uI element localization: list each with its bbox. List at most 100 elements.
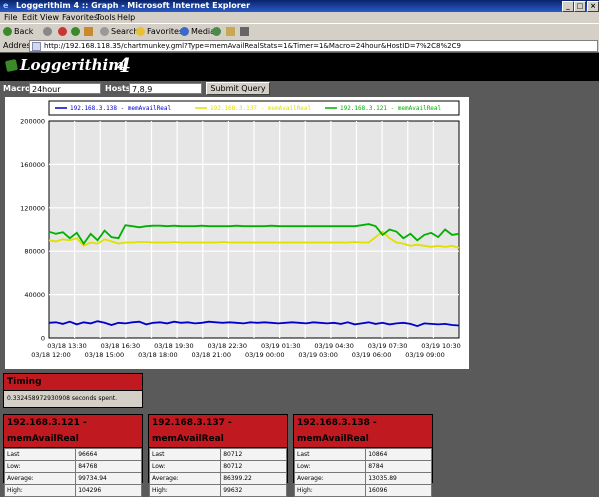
address-url: http://192.168.118.35/chartmunkey.gml?Ty…: [44, 42, 461, 50]
window-titlebar: e Loggerithim 4 :: Graph - Microsoft Int…: [0, 0, 599, 12]
x-tick-label: 03/19 01:30: [261, 342, 301, 350]
stat-value: 8784: [365, 460, 432, 473]
home-icon: [84, 27, 93, 36]
stat-value: 96664: [75, 448, 142, 461]
macro-input[interactable]: 24hour: [29, 83, 101, 94]
y-tick-label: 160000: [20, 161, 45, 169]
history-icon: [212, 27, 221, 36]
internet-explorer-icon: e: [3, 1, 9, 10]
menu-bar: File Edit View Favorites Tools Help: [0, 12, 599, 23]
address-input[interactable]: http://192.168.118.35/chartmunkey.gml?Ty…: [29, 40, 598, 52]
stats-table: Last 80712 Low: 80712 Average: 86399.22 Hig…: [148, 448, 287, 497]
media-icon: [180, 27, 189, 36]
stats-table: Last 96664 Low: 84768 Average: 99734.94 Hig…: [3, 448, 142, 497]
table-row: High: 104296: [3, 484, 142, 497]
mail-icon: [226, 27, 235, 36]
menu-tools[interactable]: Tools: [96, 12, 116, 23]
stat-label: High:: [3, 484, 77, 497]
back-arrow-icon: [3, 27, 12, 36]
stats-title: 192.168.3.137 - memAvailReal: [149, 415, 287, 448]
stat-label: Last: [148, 448, 222, 461]
x-tick-label: 03/18 22:30: [208, 342, 248, 350]
y-tick-label: 120000: [20, 204, 45, 212]
table-row: Last 80712: [148, 448, 287, 461]
x-tick-label: 03/19 09:00: [405, 351, 445, 359]
x-tick-label: 03/18 12:00: [31, 351, 71, 359]
search-icon: [100, 27, 109, 36]
stat-value: 86399.22: [220, 472, 287, 485]
y-tick-label: 40000: [24, 291, 45, 299]
legend-entry: 192.168.3.138 - memAvailReal: [70, 105, 172, 112]
memory-chart: 200000 160000 120000 80000 40000 003/18 13:30…: [20, 100, 461, 359]
stat-value: 16096: [365, 484, 432, 497]
close-button[interactable]: ×: [587, 1, 599, 12]
page-icon: [32, 42, 41, 51]
timing-panel: Timing 0.332458972930908 seconds spent.: [3, 373, 143, 408]
maximize-button[interactable]: □: [574, 1, 586, 12]
stat-value: 104296: [75, 484, 142, 497]
legend-entry: 192.168.3.137 - memAvailReal: [210, 105, 312, 112]
stat-label: Average:: [3, 472, 77, 485]
menu-favorites[interactable]: Favorites: [62, 12, 98, 23]
menu-help[interactable]: Help: [117, 12, 135, 23]
x-tick-label: 03/18 16:30: [101, 342, 141, 350]
chart-panel: 200000 160000 120000 80000 40000 0 03/18 13:30…: [5, 97, 469, 369]
legend-entry: 192.168.3.121 - memAvailReal: [340, 105, 442, 112]
stat-label: Average:: [293, 472, 367, 485]
stat-label: Last: [293, 448, 367, 461]
mail-button[interactable]: [226, 24, 237, 39]
menu-file[interactable]: File: [4, 12, 17, 23]
table-row: Low: 84768: [3, 460, 142, 473]
stats-panel-121: 192.168.3.121 - memAvailReal Last 96664 L…: [3, 414, 143, 497]
stat-label: High:: [293, 484, 367, 497]
table-row: Low: 80712: [148, 460, 287, 473]
forward-button[interactable]: [43, 24, 54, 39]
x-tick-label: 03/18 13:30: [47, 342, 87, 350]
favorites-button[interactable]: Favorites: [136, 24, 183, 39]
stat-value: 99734.94: [75, 472, 142, 485]
minimize-button[interactable]: _: [562, 1, 574, 12]
stats-table: Last 10864 Low: 8784 Average: 13035.89 High…: [293, 448, 432, 497]
address-bar: Address http://192.168.118.35/chartmunke…: [0, 39, 599, 52]
logo-version: 4: [117, 53, 131, 77]
stats-panel-137: 192.168.3.137 - memAvailReal Last 80712 L…: [148, 414, 288, 497]
x-tick-label: 03/19 06:00: [352, 351, 392, 359]
x-tick-label: 03/18 18:00: [138, 351, 178, 359]
x-tick-label: 03/19 07:30: [368, 342, 408, 350]
search-button[interactable]: Search: [100, 24, 138, 39]
stat-label: Low:: [3, 460, 77, 473]
x-tick-label: 03/19 10:30: [421, 342, 461, 350]
table-row: Average: 13035.89: [293, 472, 432, 485]
menu-edit[interactable]: Edit: [22, 12, 38, 23]
media-button[interactable]: Media: [180, 24, 215, 39]
refresh-icon: [71, 27, 80, 36]
print-icon: [240, 27, 249, 36]
stat-value: 80712: [220, 460, 287, 473]
table-row: Low: 8784: [293, 460, 432, 473]
stats-title: 192.168.3.121 - memAvailReal: [4, 415, 142, 448]
y-tick-label: 200000: [20, 118, 45, 126]
stat-label: High:: [148, 484, 222, 497]
stat-value: 10864: [365, 448, 432, 461]
refresh-button[interactable]: [71, 24, 82, 39]
timing-title: Timing: [4, 374, 142, 391]
x-tick-label: 03/19 04:30: [314, 342, 354, 350]
submit-query-button[interactable]: Submit Query: [206, 82, 270, 95]
y-tick-label: 80000: [24, 248, 45, 256]
table-row: Last 96664: [3, 448, 142, 461]
print-button[interactable]: [240, 24, 251, 39]
table-row: Average: 99734.94: [3, 472, 142, 485]
hosts-input[interactable]: 7,8,9: [129, 83, 202, 94]
home-button[interactable]: [84, 24, 95, 39]
table-row: Last 10864: [293, 448, 432, 461]
stat-value: 80712: [220, 448, 287, 461]
x-tick-label: 03/19 03:00: [298, 351, 338, 359]
stop-button[interactable]: [58, 24, 69, 39]
x-tick-label: 03/18 21:00: [192, 351, 232, 359]
stat-label: Low:: [293, 460, 367, 473]
timing-text: 0.332458972930908 seconds spent.: [7, 395, 118, 402]
menu-view[interactable]: View: [40, 12, 59, 23]
history-button[interactable]: [212, 24, 223, 39]
back-button[interactable]: Back: [3, 24, 33, 39]
table-row: Average: 86399.22: [148, 472, 287, 485]
